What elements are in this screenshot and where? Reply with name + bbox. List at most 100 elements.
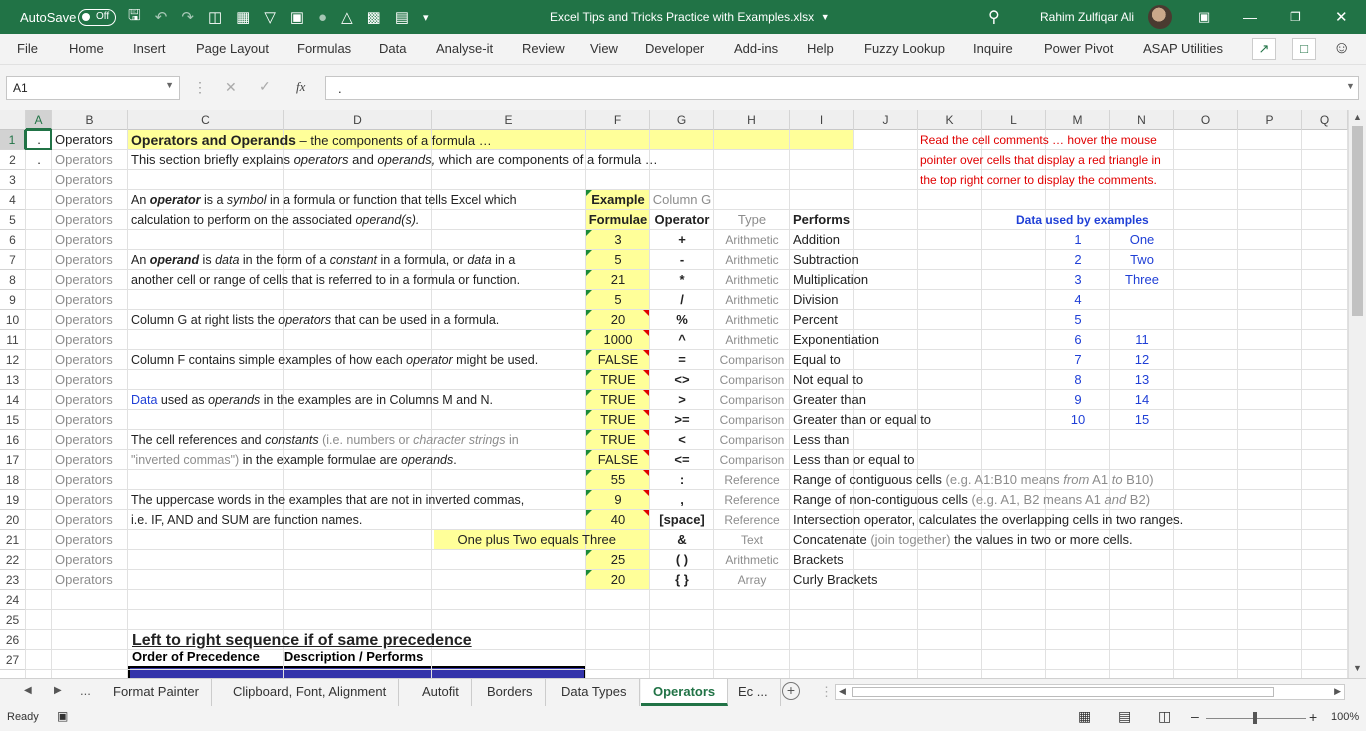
sheet-tab-operators[interactable]: Operators [641,679,729,706]
user-name[interactable]: Rahim Zulfiqar Ali [1040,0,1134,34]
error-indicator[interactable] [586,330,592,336]
sheet-tab-clipboard-font-alignment[interactable]: Clipboard, Font, Alignment [221,679,400,706]
tab-inquire[interactable]: Inquire [973,41,1013,56]
scroll-right-icon[interactable]: ▶ [1334,686,1341,697]
row-header-25[interactable]: 25 [0,610,26,630]
tab-developer[interactable]: Developer [645,41,704,56]
autosave-toggle[interactable]: Off [78,0,116,34]
tab-view[interactable]: View [590,41,618,56]
options-icon[interactable]: ⋮ [193,79,207,96]
column-header-o[interactable]: O [1174,110,1238,130]
error-indicator[interactable] [586,270,592,276]
tab-data[interactable]: Data [379,41,406,56]
row-header-13[interactable]: 13 [0,370,26,390]
column-header-g[interactable]: G [650,110,714,130]
row-header-7[interactable]: 7 [0,250,26,270]
comment-indicator[interactable] [643,490,649,496]
comment-indicator[interactable] [643,390,649,396]
row-header-18[interactable]: 18 [0,470,26,490]
search-icon[interactable]: ⚲ [988,0,1000,34]
comment-indicator[interactable] [643,430,649,436]
row-header-8[interactable]: 8 [0,270,26,290]
horizontal-scrollbar[interactable]: ◀ ▶ [835,684,1345,700]
zoom-level[interactable]: 100% [1331,711,1359,723]
error-indicator[interactable] [586,390,592,396]
error-indicator[interactable] [586,250,592,256]
error-indicator[interactable] [586,190,592,196]
row-header-16[interactable]: 16 [0,430,26,450]
scroll-left-icon[interactable]: ◀ [839,686,846,697]
scroll-down-icon[interactable]: ▼ [1353,663,1362,673]
row-header-27[interactable]: 27 [0,650,26,670]
zoom-out-icon[interactable]: – [1191,708,1199,724]
error-indicator[interactable] [586,430,592,436]
vertical-scroll-thumb[interactable] [1352,126,1363,316]
redo-icon[interactable]: ↷ [181,8,194,26]
sheet-tab-format-painter[interactable]: Format Painter [101,679,212,706]
avatar[interactable] [1148,0,1172,34]
row-header-22[interactable]: 22 [0,550,26,570]
tab-add-ins[interactable]: Add-ins [734,41,778,56]
page-break-view-icon[interactable]: ◫ [1158,708,1171,725]
tab-insert[interactable]: Insert [133,41,166,56]
comment-indicator[interactable] [643,450,649,456]
comment-indicator[interactable] [643,310,649,316]
column-header-c[interactable]: C [128,110,284,130]
error-indicator[interactable] [586,510,592,516]
column-header-h[interactable]: H [714,110,790,130]
camera-icon[interactable]: ▩ [367,8,381,26]
smiley-icon[interactable]: ☺ [1333,38,1350,58]
error-indicator[interactable] [586,550,592,556]
cancel-icon[interactable]: ✕ [225,79,237,96]
row-header-26[interactable]: 26 [0,630,26,650]
error-indicator[interactable] [586,370,592,376]
row-header-15[interactable]: 15 [0,410,26,430]
comment-indicator[interactable] [643,470,649,476]
formula-input[interactable]: . [325,76,1359,100]
chart-icon[interactable]: ◫ [208,8,222,26]
pivot-icon[interactable]: ▣ [290,8,304,26]
share-icon[interactable]: ↗ [1252,38,1276,60]
circle-icon[interactable]: ● [318,9,327,26]
horizontal-scroll-thumb[interactable] [852,687,1274,697]
spreadsheet-grid[interactable]: ABCDEFGHIJKLMNOPQ 1 2 3 4 5 6 7 8 9 10 11 12 13 14 15 1… [0,110,1348,678]
row-header-3[interactable]: 3 [0,170,26,190]
tab-split-icon[interactable]: ⋮ [820,684,833,700]
close-icon[interactable]: ✕ [1335,0,1348,34]
tab-fuzzy-lookup[interactable]: Fuzzy Lookup [864,41,945,56]
row-header-24[interactable]: 24 [0,590,26,610]
comment-indicator[interactable] [643,370,649,376]
error-indicator[interactable] [586,450,592,456]
tab-page-layout[interactable]: Page Layout [196,41,269,56]
tab-analyse-it[interactable]: Analyse-it [436,41,493,56]
tab-help[interactable]: Help [807,41,834,56]
sheet-tab-autofit[interactable]: Autofit [410,679,472,706]
column-header-p[interactable]: P [1238,110,1302,130]
ribbon-display-icon[interactable]: ▣ [1198,0,1210,34]
select-all-corner[interactable] [0,110,26,130]
next-sheet-icon[interactable]: ▶ [54,685,62,696]
more-sheets-icon[interactable]: ... [80,683,91,698]
error-indicator[interactable] [586,290,592,296]
column-header-e[interactable]: E [432,110,586,130]
error-indicator[interactable] [586,410,592,416]
vertical-scrollbar[interactable]: ▲ ▼ [1348,110,1366,678]
undo-icon[interactable]: ↶ [155,8,168,26]
column-header-b[interactable]: B [52,110,128,130]
fill-icon[interactable]: △ [341,8,353,26]
row-header-2[interactable]: 2 [0,150,26,170]
filter-icon[interactable]: ▽ [264,8,276,26]
error-indicator[interactable] [586,570,592,576]
macro-record-icon[interactable]: ▣ [57,709,68,723]
comment-indicator[interactable] [643,350,649,356]
comment-indicator[interactable] [643,330,649,336]
tab-asap-utilities[interactable]: ASAP Utilities [1143,41,1223,56]
row-header-10[interactable]: 10 [0,310,26,330]
column-header-q[interactable]: Q [1302,110,1348,130]
column-header-k[interactable]: K [918,110,982,130]
error-indicator[interactable] [586,230,592,236]
column-header-m[interactable]: M [1046,110,1110,130]
comment-indicator[interactable] [643,510,649,516]
insert-function-icon[interactable]: fx [296,79,305,95]
column-header-l[interactable]: L [982,110,1046,130]
